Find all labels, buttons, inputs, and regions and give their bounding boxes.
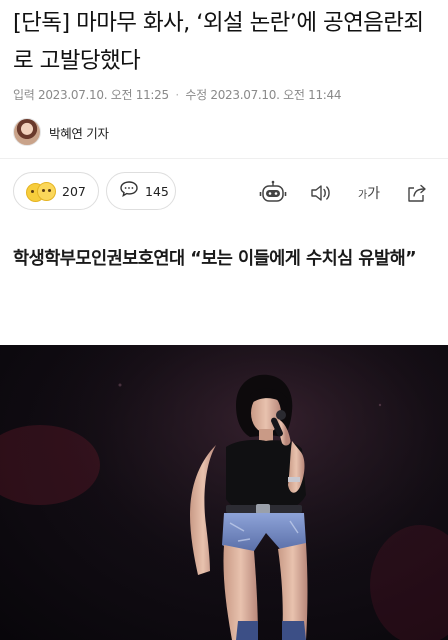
article-photo[interactable] <box>0 345 448 640</box>
concert-performer-illustration <box>0 345 448 640</box>
listen-button[interactable] <box>308 178 334 208</box>
input-label: 입력 <box>13 88 35 102</box>
font-size-small-label: 가 <box>357 190 368 201</box>
author-name[interactable]: 박혜연 기자 <box>49 123 109 142</box>
reaction-count: 207 <box>62 183 86 199</box>
article-headline: [단독] 마마무 화사, ‘외설 논란’에 공연음란죄로 고발당했다 <box>13 10 424 74</box>
input-date: 2023.07.10. 오전 11:25 <box>38 88 169 102</box>
font-size-large-label: 가 <box>367 186 381 202</box>
summary-bot-button[interactable] <box>258 178 288 208</box>
article-subheadline: 학생학부모인권보호연대 “보는 이들에게 수치심 유발해” <box>13 249 417 269</box>
font-size-icon: 가가 <box>358 183 380 203</box>
share-icon <box>406 183 428 203</box>
robot-summary-icon <box>259 180 287 206</box>
emoji-reaction-icon <box>26 181 56 202</box>
article-toolbar: 가가 <box>258 178 434 208</box>
comment-count: 145 <box>145 183 169 199</box>
article-dates: 입력 2023.07.10. 오전 11:25 · 수정 2023.07.10.… <box>13 86 342 103</box>
share-button[interactable] <box>404 178 430 208</box>
comment-icon <box>119 180 139 202</box>
reaction-button[interactable]: 207 <box>13 172 99 210</box>
author-avatar[interactable] <box>13 118 41 146</box>
edit-date: 2023.07.10. 오전 11:44 <box>210 88 342 102</box>
author-row[interactable]: 박혜연 기자 <box>13 118 109 146</box>
edit-label: 수정 <box>185 88 207 102</box>
speaker-icon <box>309 183 333 203</box>
comment-button[interactable]: 145 <box>106 172 176 210</box>
font-size-button[interactable]: 가가 <box>354 178 384 208</box>
date-separator: · <box>175 88 179 102</box>
divider <box>0 158 448 159</box>
